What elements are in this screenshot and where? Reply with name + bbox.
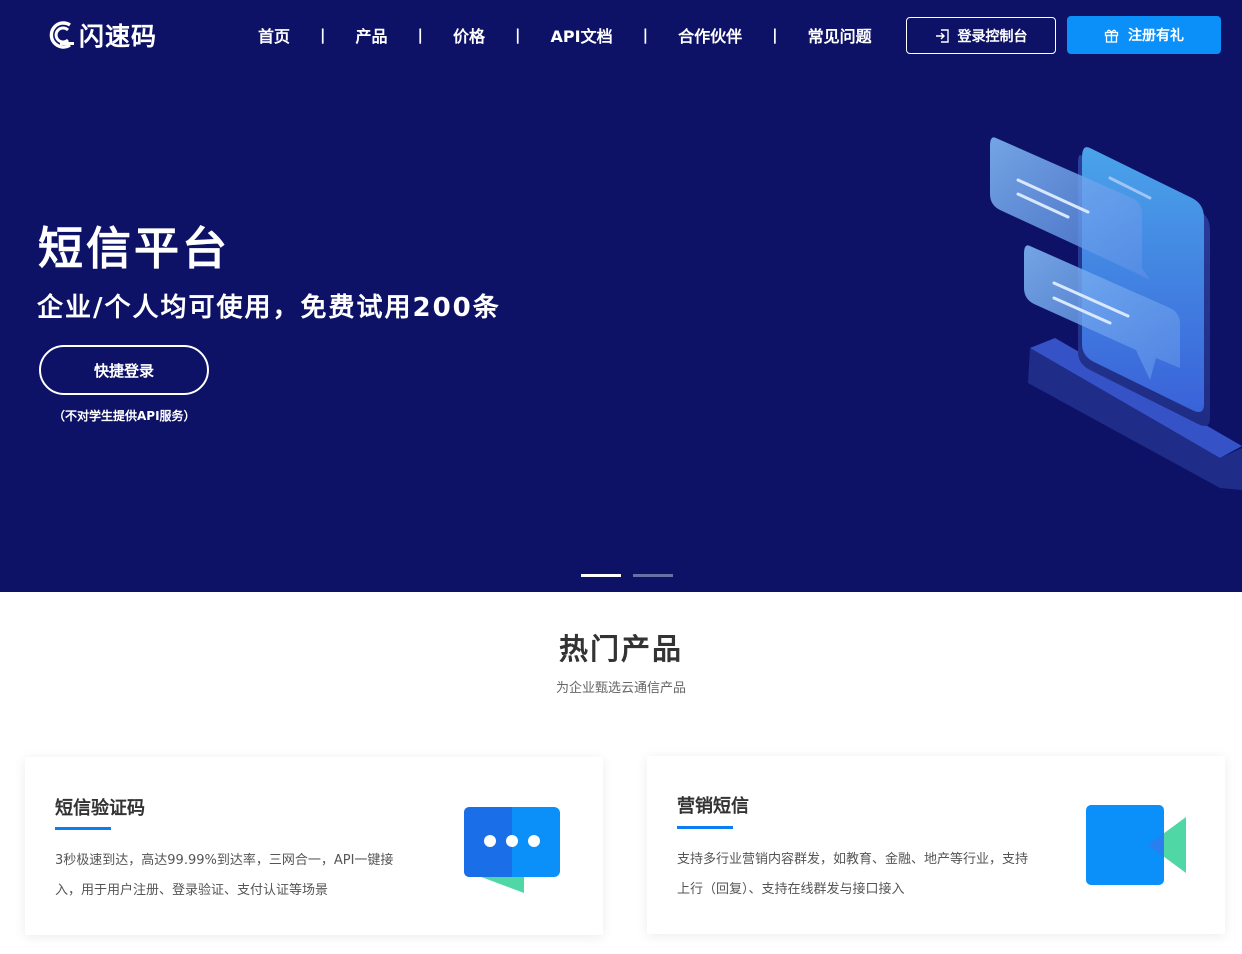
sign-in-icon: [935, 28, 949, 43]
section-title: 热门产品: [558, 632, 683, 666]
gift-icon: [1104, 28, 1119, 43]
chat-bubble-icon: [462, 805, 562, 901]
register-gift-label: 注册有礼: [1128, 28, 1184, 44]
carousel-dot-2[interactable]: [633, 574, 673, 577]
login-console-button[interactable]: 登录控制台: [906, 17, 1056, 54]
video-camera-icon: [1084, 803, 1188, 891]
section-subtitle: 为企业甄选云通信产品: [555, 681, 686, 696]
logo[interactable]: 闪速码: [46, 17, 157, 53]
card-description: 支持多行业营销内容群发，如教育、金融、地产等行业，支持上行（回复）、支持在线群发…: [677, 852, 1029, 897]
nav-item-home[interactable]: 首页: [258, 23, 290, 47]
login-console-label: 登录控制台: [957, 28, 1028, 45]
logo-text: 闪速码: [79, 22, 158, 51]
card-title: 短信验证码: [55, 798, 145, 819]
card-description: 3秒极速到达，高达99.99%到达率，三网合一，API一键接入，用于用户注册、登…: [55, 853, 394, 898]
nav-item-faq[interactable]: 常见问题: [808, 23, 872, 47]
nav-separator: |: [772, 26, 778, 44]
quick-login-button[interactable]: 快捷登录: [39, 345, 209, 395]
nav-separator: |: [642, 26, 649, 44]
nav-item-partners[interactable]: 合作伙伴: [678, 23, 742, 47]
nav-item-pricing[interactable]: 价格: [453, 23, 485, 47]
product-card-marketing-sms[interactable]: 营销短信 支持多行业营销内容群发，如教育、金融、地产等行业，支持上行（回复）、支…: [647, 756, 1225, 934]
hero-title: 短信平台: [38, 222, 231, 275]
hero-subtitle: 企业/个人均可使用，免费试用200条: [37, 293, 501, 323]
card-title-underline: [677, 826, 733, 829]
hero-note: （不对学生提供API服务）: [53, 409, 196, 423]
nav-separator: |: [515, 26, 521, 44]
nav-separator: |: [320, 26, 326, 44]
register-gift-button[interactable]: 注册有礼: [1067, 16, 1221, 54]
nav-item-products[interactable]: 产品: [356, 23, 388, 47]
main-nav: 首页 | 产品 | 价格 | API文档 | 合作伙伴 | 常见问题: [258, 22, 872, 48]
nav-separator: |: [417, 26, 423, 44]
card-title-underline: [55, 827, 111, 830]
card-title: 营销短信: [677, 796, 749, 817]
nav-item-api-docs[interactable]: API文档: [551, 23, 613, 47]
phone-chat-illustration: [970, 118, 1242, 498]
carousel-dot-1[interactable]: [581, 574, 621, 577]
hero-banner: 闪速码 首页 | 产品 | 价格 | API文档 | 合作伙伴 | 常见问题 登…: [0, 0, 1242, 592]
product-card-sms-verification[interactable]: 短信验证码 3秒极速到达，高达99.99%到达率，三网合一，API一键接入，用于…: [25, 757, 603, 935]
logo-mark-icon: [46, 20, 76, 50]
